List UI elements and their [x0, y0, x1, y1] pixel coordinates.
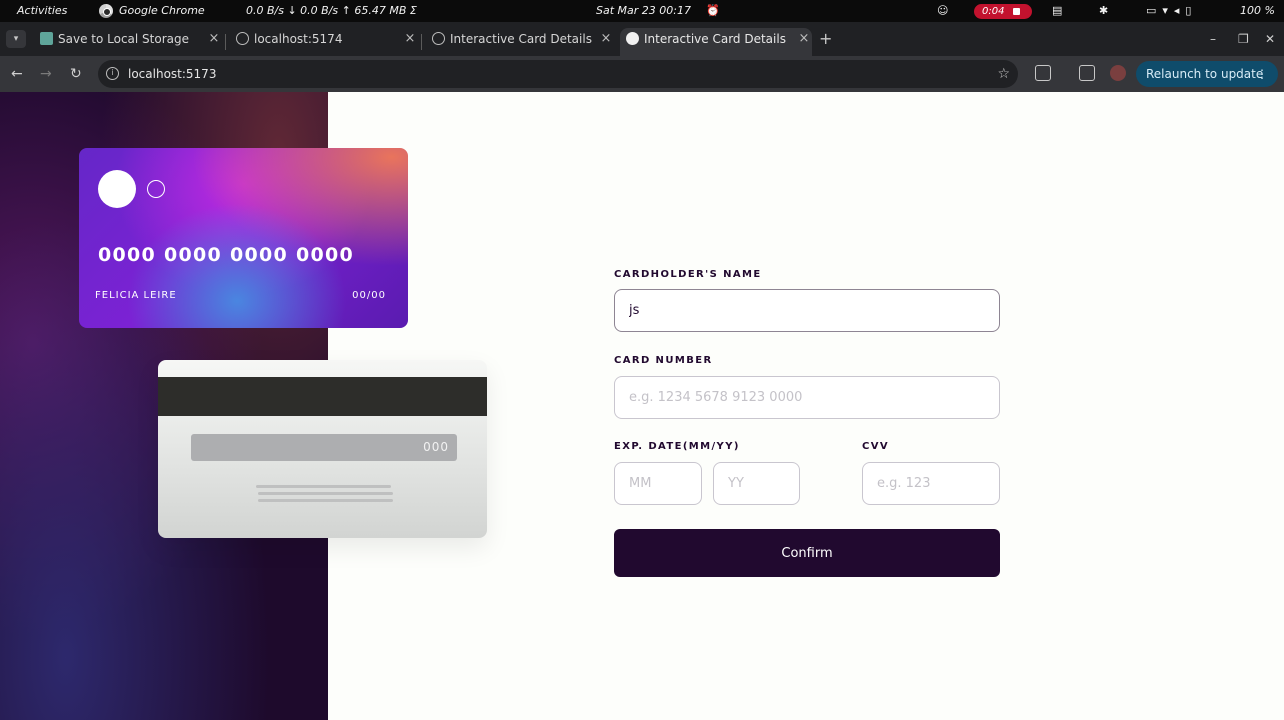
app-menu[interactable]: Google Chrome: [99, 0, 205, 22]
tab-title: Interactive Card Details: [450, 32, 592, 46]
tab-save-to-local-storage[interactable]: Save to Local Storage ×: [34, 28, 222, 56]
globe-icon: [236, 32, 249, 45]
alarm-icon: ⏰: [706, 4, 720, 17]
confirm-button[interactable]: Confirm: [614, 529, 1000, 577]
system-top-bar: Activities Google Chrome 0.0 B/s ↓ 0.0 B…: [0, 0, 1284, 22]
tab-localhost-5174[interactable]: localhost:5174 ×: [230, 28, 418, 56]
system-tray-icons[interactable]: ▭▾◂▯: [1146, 0, 1198, 22]
tab-title: Save to Local Storage: [58, 32, 189, 46]
back-icon[interactable]: ←: [11, 64, 23, 84]
recording-indicator[interactable]: 0:04: [974, 4, 1032, 19]
page-icon: [626, 32, 639, 45]
url-text[interactable]: localhost:5173: [128, 60, 216, 88]
close-icon[interactable]: ×: [402, 28, 418, 50]
storage-icon: [40, 32, 53, 45]
accessibility-icon[interactable]: ✱: [1099, 0, 1108, 22]
close-icon[interactable]: ×: [598, 28, 614, 50]
network-monitor: 0.0 B/s ↓ 0.0 B/s ↑ 65.47 MB Σ: [246, 4, 417, 17]
battery-level[interactable]: 100 %: [1240, 0, 1275, 22]
card-number-label: CARD NUMBER: [614, 355, 713, 366]
card-expiry-display: 00/00: [352, 290, 386, 301]
expiry-year-input[interactable]: [713, 462, 800, 505]
extensions-icon[interactable]: [1035, 65, 1051, 81]
side-panel-icon[interactable]: [1079, 65, 1095, 81]
cardholder-name-display: FELICIA LEIRE: [95, 290, 177, 301]
tab-title: localhost:5174: [254, 32, 343, 46]
relaunch-to-update-button[interactable]: Relaunch to update ⋮: [1136, 61, 1278, 87]
restore-icon[interactable]: ❐: [1238, 30, 1249, 48]
site-info-icon[interactable]: i: [106, 67, 119, 80]
more-menu-icon[interactable]: ⋮: [1256, 61, 1268, 87]
address-bar[interactable]: i localhost:5173 ☆: [98, 60, 1018, 88]
expiry-month-input[interactable]: [614, 462, 702, 505]
app-name: Google Chrome: [119, 4, 205, 17]
card-number-input[interactable]: [614, 376, 1000, 419]
clipboard-icon[interactable]: ▤: [1052, 0, 1062, 22]
browser-toolbar: ← → ↻ i localhost:5173 ☆ Relaunch to upd…: [0, 56, 1284, 92]
profile-avatar[interactable]: [1110, 65, 1126, 81]
cvc-input[interactable]: [862, 462, 1000, 505]
card-number-display: 0000 0000 0000 0000: [98, 244, 355, 266]
close-icon[interactable]: ×: [796, 28, 812, 50]
expiry-date-label: EXP. DATE(MM/YY): [614, 441, 740, 452]
new-tab-button[interactable]: +: [819, 28, 832, 50]
tab-search-button[interactable]: ▾: [6, 30, 26, 48]
relaunch-label: Relaunch to update: [1146, 67, 1264, 81]
tab-interactive-card-details-active[interactable]: Interactive Card Details ×: [620, 28, 812, 56]
tab-title: Interactive Card Details: [644, 32, 786, 46]
cardholder-name-input[interactable]: [614, 289, 1000, 332]
cardholder-name-label: CARDHOLDER'S NAME: [614, 269, 762, 280]
activities-button[interactable]: Activities: [17, 0, 67, 22]
minimize-icon[interactable]: –: [1210, 30, 1216, 48]
card-logo-circle: [98, 170, 136, 208]
card-back-preview: 000: [158, 360, 487, 538]
chrome-icon: [99, 4, 113, 18]
card-logo-outline-circle: [147, 180, 165, 198]
card-front-preview: 0000 0000 0000 0000 FELICIA LEIRE 00/00: [79, 148, 408, 328]
reload-icon[interactable]: ↻: [70, 64, 82, 84]
signature-strip: 000: [191, 434, 457, 461]
card-back-text-line: [258, 492, 393, 495]
close-window-icon[interactable]: ✕: [1265, 30, 1275, 48]
page-viewport: 0000 0000 0000 0000 FELICIA LEIRE 00/00 …: [0, 92, 1284, 720]
magnetic-stripe: [158, 377, 487, 416]
tab-interactive-card-details[interactable]: Interactive Card Details ×: [426, 28, 614, 56]
emoji-icon[interactable]: ☺: [937, 0, 948, 22]
globe-icon: [432, 32, 445, 45]
tab-strip: ▾ Save to Local Storage × localhost:5174…: [0, 22, 1284, 56]
close-icon[interactable]: ×: [206, 28, 222, 50]
card-cvc-display: 000: [423, 440, 449, 454]
card-back-text-line: [256, 485, 391, 488]
bookmark-star-icon[interactable]: ☆: [997, 60, 1010, 88]
cvc-label: CVV: [862, 441, 890, 452]
card-back-text-line: [258, 499, 393, 502]
clock[interactable]: Sat Mar 23 00:17: [596, 0, 691, 22]
forward-icon[interactable]: →: [40, 64, 52, 84]
